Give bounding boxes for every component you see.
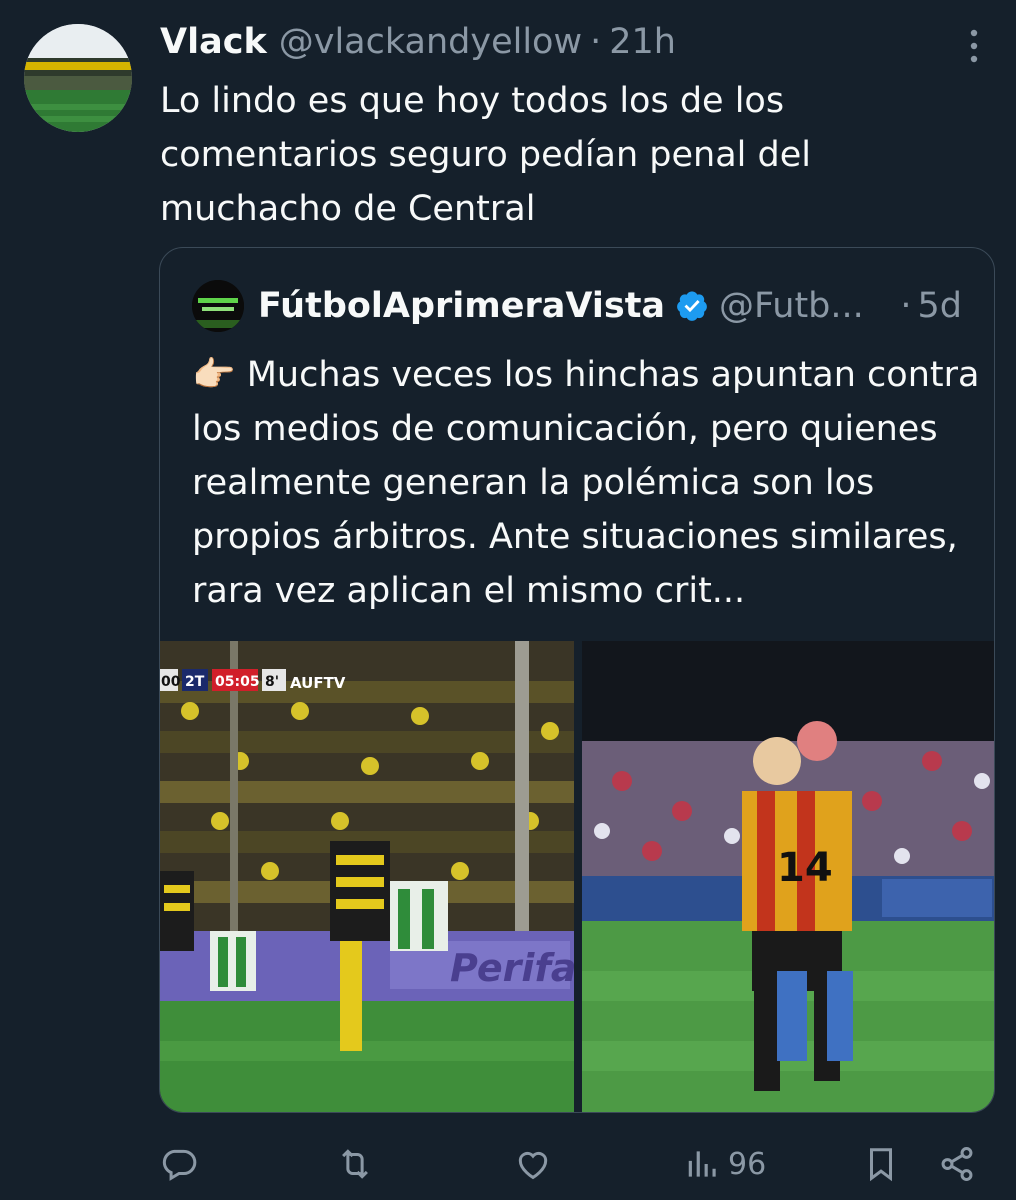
share-icon xyxy=(941,1146,973,1182)
tweet-header: Vlack @vlackandyellow · 21h xyxy=(160,18,936,66)
match-period: 2T xyxy=(185,674,205,690)
media-image-right[interactable]: 14 xyxy=(582,641,994,1112)
media-grid: Perifar 00 xyxy=(160,641,994,1112)
quoted-tweet-body: Muchas veces los hinchas apuntan contra … xyxy=(192,355,980,611)
author-handle[interactable]: @vlackandyellow xyxy=(279,22,582,62)
retweet-icon xyxy=(342,1149,368,1179)
quoted-tweet-text: 👉🏻 Muchas veces los hinchas apuntan cont… xyxy=(192,348,982,618)
media-image-left[interactable]: Perifar 00 xyxy=(160,641,574,1112)
reply-button[interactable] xyxy=(160,1136,198,1192)
like-button[interactable] xyxy=(514,1136,552,1192)
quoted-tweet[interactable]: FútbolAprimeraVista @Futb... · 5d 👉🏻 Muc… xyxy=(159,247,995,1113)
like-icon xyxy=(518,1151,548,1180)
quoted-tweet-header: FútbolAprimeraVista @Futb... · 5d xyxy=(192,278,962,334)
tweet-text: Lo lindo es que hoy todos los de los com… xyxy=(160,81,812,229)
tweet-actions: 96 xyxy=(160,1136,996,1192)
quoted-author-name[interactable]: FútbolAprimeraVista xyxy=(258,286,665,326)
separator-dot: · xyxy=(590,22,602,62)
views-count: 96 xyxy=(728,1146,767,1182)
bookmark-button[interactable] xyxy=(862,1136,900,1192)
reply-icon xyxy=(162,1149,197,1181)
views-icon xyxy=(688,1151,716,1177)
player-number: 14 xyxy=(777,845,833,891)
tv-channel: AUFTV xyxy=(290,674,346,692)
ad-board-text: Perifar xyxy=(450,946,574,990)
quoted-author-handle[interactable]: @Futb... xyxy=(719,286,864,326)
share-button[interactable] xyxy=(938,1136,976,1192)
author-avatar[interactable] xyxy=(24,24,132,132)
more-icon[interactable] xyxy=(954,26,994,66)
separator-dot: · xyxy=(900,286,912,326)
score-left: 00 xyxy=(161,674,181,690)
quoted-tweet-time: 5d xyxy=(917,286,963,326)
verified-icon xyxy=(677,291,707,321)
pointing-right-emoji: 👉🏻 xyxy=(192,355,236,395)
views-button[interactable]: 96 xyxy=(684,1136,766,1192)
tweet-time[interactable]: 21h xyxy=(609,22,676,62)
author-name[interactable]: Vlack xyxy=(160,22,267,62)
bookmark-icon xyxy=(869,1148,893,1182)
match-clock: 05:05 xyxy=(215,674,260,690)
added-minute: 8' xyxy=(265,674,279,690)
retweet-button[interactable] xyxy=(336,1136,374,1192)
quoted-author-avatar[interactable] xyxy=(192,280,244,332)
